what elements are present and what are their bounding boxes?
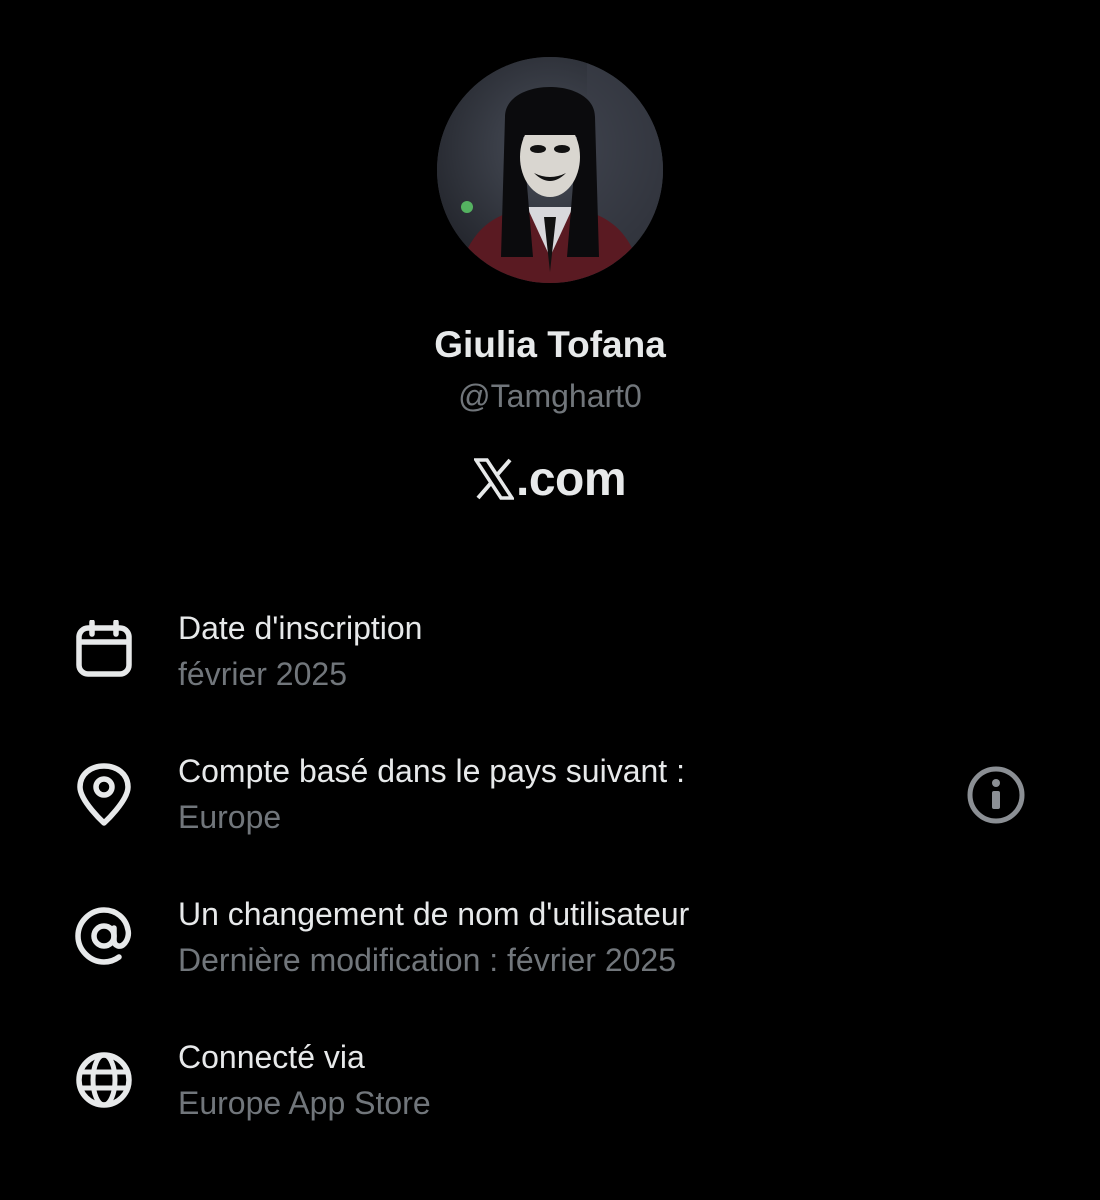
- brand-logo: .com: [0, 452, 1100, 513]
- display-name: Giulia Tofana: [434, 324, 666, 365]
- location-pin-icon: [74, 763, 134, 826]
- avatar[interactable]: [437, 57, 663, 283]
- row-subtitle: Dernière modification : février 2025: [178, 942, 677, 978]
- row-subtitle: Europe: [178, 799, 282, 835]
- brand-suffix: .com: [515, 453, 627, 506]
- info-row-join-date: Date d'inscription février 2025: [0, 604, 1100, 714]
- info-row-username-change: Un changement de nom d'utilisateur Derni…: [0, 890, 1100, 1000]
- calendar-icon: [74, 619, 134, 680]
- row-subtitle: Europe App Store: [178, 1085, 431, 1121]
- info-row-connected-via: Connecté via Europe App Store: [0, 1033, 1100, 1143]
- globe-icon: [74, 1050, 134, 1110]
- x-logo-icon: [472, 457, 516, 513]
- row-title: Date d'inscription: [178, 610, 423, 646]
- row-title: Connecté via: [178, 1039, 365, 1075]
- row-title: Un changement de nom d'utilisateur: [178, 896, 690, 932]
- masked-figure-avatar: [437, 57, 663, 283]
- user-handle: @Tamghart0: [458, 378, 642, 414]
- info-row-location: Compte basé dans le pays suivant : Europ…: [0, 747, 1100, 857]
- row-subtitle: février 2025: [178, 656, 347, 692]
- at-sign-icon: [74, 906, 134, 966]
- info-icon[interactable]: [966, 765, 1026, 825]
- row-title: Compte basé dans le pays suivant :: [178, 753, 685, 789]
